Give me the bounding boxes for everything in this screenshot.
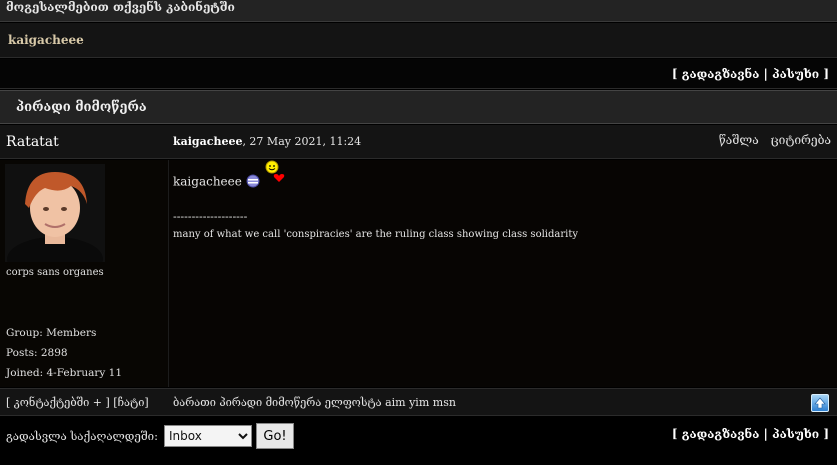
delete-button[interactable]: წაშლა: [719, 133, 759, 147]
author-panel: corps sans organes Group: Members Posts:…: [0, 160, 169, 387]
smiley-icon: [265, 160, 279, 174]
post-tools: წაშლა ციტირება: [711, 125, 831, 155]
post-footer: [ კონტაქტებში + ] [ჩატი] ბარათი პირადი მ…: [0, 388, 837, 416]
top-actions: [ გადაგზავნა | პასუხი ]: [0, 59, 837, 89]
go-button[interactable]: Go!: [256, 423, 294, 449]
heart-icon: [273, 174, 284, 182]
reply-link-top[interactable]: პასუხი: [772, 67, 819, 81]
message-panel: kaigacheee -------------------- many of …: [169, 160, 837, 387]
header-title: მოგესალმებით თქვენს კაბინეტში: [6, 0, 235, 14]
message-text: kaigacheee: [173, 174, 242, 189]
post-meta: kaigacheee, 27 May 2021, 11:24: [173, 125, 361, 159]
section-title: პირადი მიმოწერა: [16, 100, 147, 115]
user-posts: Posts: 2898: [6, 347, 68, 359]
jump-folder-label: გადასვლა საქაღალდეში:: [6, 429, 158, 443]
contacts-add-link[interactable]: [ კონტაქტებში + ] [ჩატი]: [6, 389, 149, 417]
user-group: Group: Members: [6, 327, 97, 339]
bottom-actions: [ გადაგზავნა | პასუხი ]: [671, 427, 829, 441]
contact-links[interactable]: ბარათი პირადი მიმოწერა ელფოსტა aim yim m…: [173, 389, 456, 417]
page-header: მოგესალმებით თქვენს კაბინეტში: [0, 0, 837, 22]
signature-separator: --------------------: [173, 210, 248, 223]
user-joined: Joined: 4-February 11: [6, 367, 123, 379]
user-title: corps sans organes: [6, 267, 104, 278]
bottom-bar: გადასვლა საქაღალდეში: Inbox Go! [ გადაგზ…: [0, 417, 837, 465]
username-link[interactable]: kaigacheee: [8, 33, 84, 47]
post-author[interactable]: Ratatat: [6, 125, 59, 159]
reply-link-bottom[interactable]: პასუხი: [772, 427, 819, 441]
post-header: Ratatat kaigacheee, 27 May 2021, 11:24 წ…: [0, 125, 837, 159]
avatar: [5, 164, 105, 262]
folder-select[interactable]: Inbox: [164, 425, 252, 447]
forward-link-top[interactable]: გადაგზავნა: [682, 67, 760, 81]
forward-link-bottom[interactable]: გადაგზავნა: [682, 427, 760, 441]
post-body: corps sans organes Group: Members Posts:…: [0, 160, 837, 387]
message-line: kaigacheee: [173, 160, 286, 194]
signature: many of what we call 'conspiracies' are …: [173, 229, 578, 240]
emoticon-group: [264, 160, 286, 194]
striped-smiley-icon: [246, 174, 260, 191]
quote-button[interactable]: ციტირება: [771, 133, 831, 147]
user-bar: kaigacheee: [0, 23, 837, 58]
post-date: , 27 May 2021, 11:24: [242, 135, 362, 148]
section-title-bar: პირადი მიმოწერა: [0, 90, 837, 124]
scroll-up-icon[interactable]: [811, 394, 829, 412]
post-sender[interactable]: kaigacheee: [173, 135, 242, 148]
